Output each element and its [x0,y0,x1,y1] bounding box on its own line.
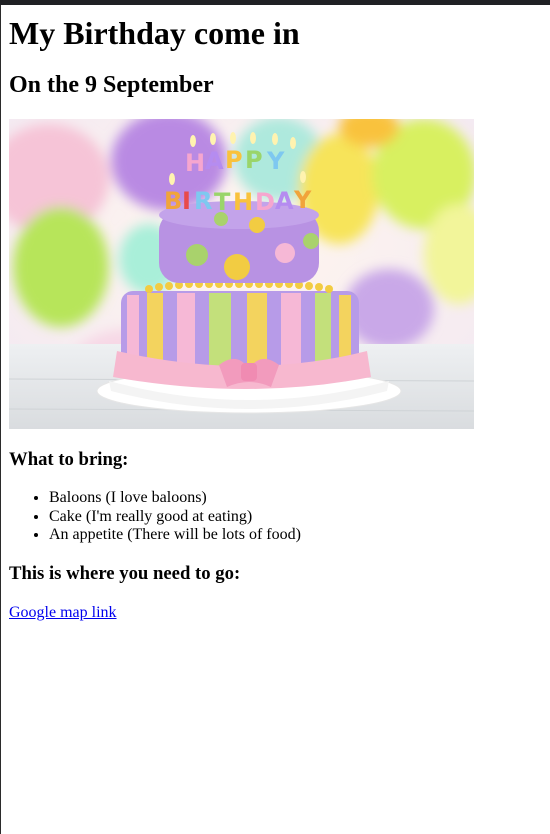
svg-text:H: H [233,188,253,216]
svg-text:B: B [164,187,182,215]
svg-text:H: H [185,149,205,177]
page-subtitle: On the 9 September [9,72,214,98]
list-item: Cake (I'm really good at eating) [49,508,544,527]
list-item: Baloons (I love baloons) [49,489,544,508]
what-to-bring-heading: What to bring: [9,449,129,470]
svg-text:Y: Y [266,147,285,175]
window-left-edge [0,5,1,834]
svg-text:P: P [225,146,243,174]
svg-text:T: T [214,188,231,216]
page-content: My Birthday come in On the 9 September H… [9,5,544,622]
google-map-link[interactable]: Google map link [9,603,117,622]
svg-text:P: P [245,146,263,174]
directions-heading: This is where you need to go: [9,562,241,584]
svg-text:Y: Y [293,186,312,214]
svg-text:A: A [275,187,294,215]
list-item: An appetite (There will be lots of food) [49,526,544,545]
page-title: My Birthday come in [9,15,300,51]
svg-text:I: I [182,187,191,215]
svg-text:D: D [255,188,275,216]
birthday-cake-image: H A P P Y B I R T H D A Y [9,119,474,429]
bring-list: Baloons (I love baloons) Cake (I'm reall… [9,489,544,545]
svg-text:R: R [194,187,212,215]
svg-text:A: A [205,147,224,175]
